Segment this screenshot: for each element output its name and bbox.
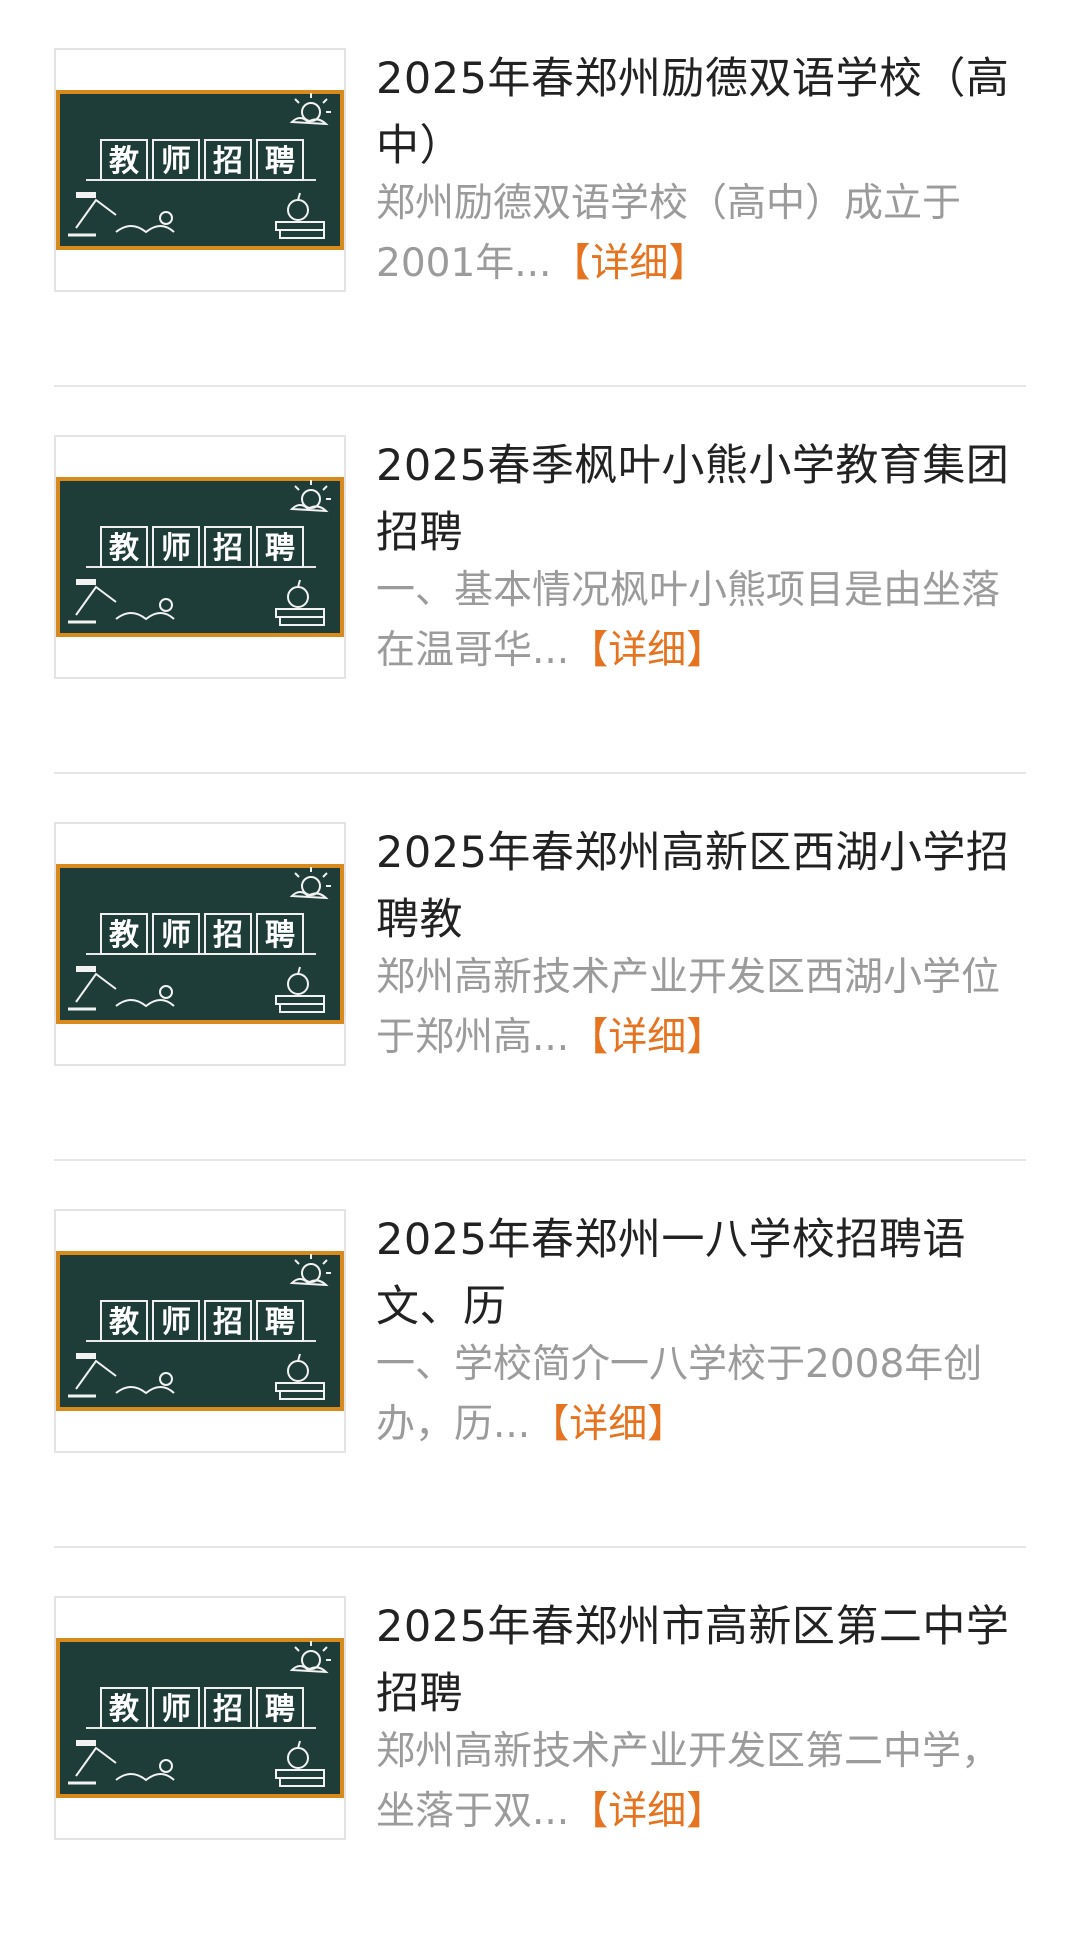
svg-text:招: 招 bbox=[213, 918, 243, 953]
detail-link[interactable]: 【详细】 bbox=[569, 628, 725, 673]
teacher-recruitment-chalkboard-icon: 教 师 招 聘 bbox=[56, 477, 344, 637]
detail-link[interactable]: 【详细】 bbox=[530, 1402, 686, 1447]
svg-text:师: 师 bbox=[161, 531, 191, 566]
article-list: 教 师 招 聘 2025年春郑州励德双语学校（高中） 郑州励德双语学校（高中）成… bbox=[0, 0, 1080, 1935]
svg-text:师: 师 bbox=[161, 918, 191, 953]
svg-text:招: 招 bbox=[213, 144, 243, 179]
detail-link[interactable]: 【详细】 bbox=[569, 1015, 725, 1060]
detail-link[interactable]: 【详细】 bbox=[569, 1789, 725, 1834]
article-summary: 郑州高新技术产业开发区西湖小学位于郑州高...【详细】 bbox=[376, 948, 1026, 1068]
svg-text:聘: 聘 bbox=[265, 531, 295, 566]
article-summary: 一、学校简介一八学校于2008年创办，历...【详细】 bbox=[376, 1335, 1026, 1455]
teacher-recruitment-chalkboard-icon: 教 师 招 聘 bbox=[56, 1251, 344, 1411]
detail-link[interactable]: 【详细】 bbox=[551, 241, 707, 286]
svg-text:师: 师 bbox=[161, 1305, 191, 1340]
article-summary: 一、基本情况枫叶小熊项目是由坐落在温哥华...【详细】 bbox=[376, 561, 1026, 681]
svg-text:聘: 聘 bbox=[265, 918, 295, 953]
svg-text:聘: 聘 bbox=[265, 1692, 295, 1727]
list-item[interactable]: 教 师 招 聘 2025年春郑州高新区西湖小学招聘教 郑州高新技术产业开发区西湖… bbox=[54, 774, 1026, 1161]
svg-text:教: 教 bbox=[109, 918, 139, 953]
svg-text:聘: 聘 bbox=[265, 1305, 295, 1340]
article-thumbnail[interactable]: 教 师 招 聘 bbox=[54, 1596, 346, 1840]
svg-text:聘: 聘 bbox=[265, 144, 295, 179]
list-item[interactable]: 教 师 招 聘 2025年春郑州市高新区第二中学招聘 郑州高新技术产业开发区第二… bbox=[54, 1548, 1026, 1935]
svg-text:师: 师 bbox=[161, 1692, 191, 1727]
svg-text:教: 教 bbox=[109, 144, 139, 179]
svg-text:教: 教 bbox=[109, 1305, 139, 1340]
article-summary: 郑州高新技术产业开发区第二中学，坐落于双...【详细】 bbox=[376, 1722, 1026, 1842]
article-title[interactable]: 2025年春郑州市高新区第二中学招聘 bbox=[376, 1594, 1026, 1728]
list-item[interactable]: 教 师 招 聘 2025年春郑州一八学校招聘语文、历 一、学校简介一八学校于20… bbox=[54, 1161, 1026, 1548]
teacher-recruitment-chalkboard-icon: 教 师 招 聘 bbox=[56, 1638, 344, 1798]
svg-text:教: 教 bbox=[109, 1692, 139, 1727]
svg-text:教: 教 bbox=[109, 531, 139, 566]
article-title[interactable]: 2025年春郑州励德双语学校（高中） bbox=[376, 46, 1026, 180]
article-summary: 郑州励德双语学校（高中）成立于2001年...【详细】 bbox=[376, 174, 1026, 294]
article-title[interactable]: 2025年春郑州高新区西湖小学招聘教 bbox=[376, 820, 1026, 954]
svg-text:师: 师 bbox=[161, 144, 191, 179]
teacher-recruitment-chalkboard-icon: 教 师 招 聘 bbox=[56, 90, 344, 250]
article-thumbnail[interactable]: 教 师 招 聘 bbox=[54, 1209, 346, 1453]
article-title[interactable]: 2025年春郑州一八学校招聘语文、历 bbox=[376, 1207, 1026, 1341]
list-item[interactable]: 教 师 招 聘 2025春季枫叶小熊小学教育集团招聘 一、基本情况枫叶小熊项目是… bbox=[54, 387, 1026, 774]
svg-text:招: 招 bbox=[213, 531, 243, 566]
article-thumbnail[interactable]: 教 师 招 聘 bbox=[54, 822, 346, 1066]
list-item[interactable]: 教 师 招 聘 2025年春郑州励德双语学校（高中） 郑州励德双语学校（高中）成… bbox=[54, 0, 1026, 387]
svg-text:招: 招 bbox=[213, 1305, 243, 1340]
article-title[interactable]: 2025春季枫叶小熊小学教育集团招聘 bbox=[376, 433, 1026, 567]
svg-text:招: 招 bbox=[213, 1692, 243, 1727]
teacher-recruitment-chalkboard-icon: 教 师 招 聘 bbox=[56, 864, 344, 1024]
article-thumbnail[interactable]: 教 师 招 聘 bbox=[54, 48, 346, 292]
article-thumbnail[interactable]: 教 师 招 聘 bbox=[54, 435, 346, 679]
